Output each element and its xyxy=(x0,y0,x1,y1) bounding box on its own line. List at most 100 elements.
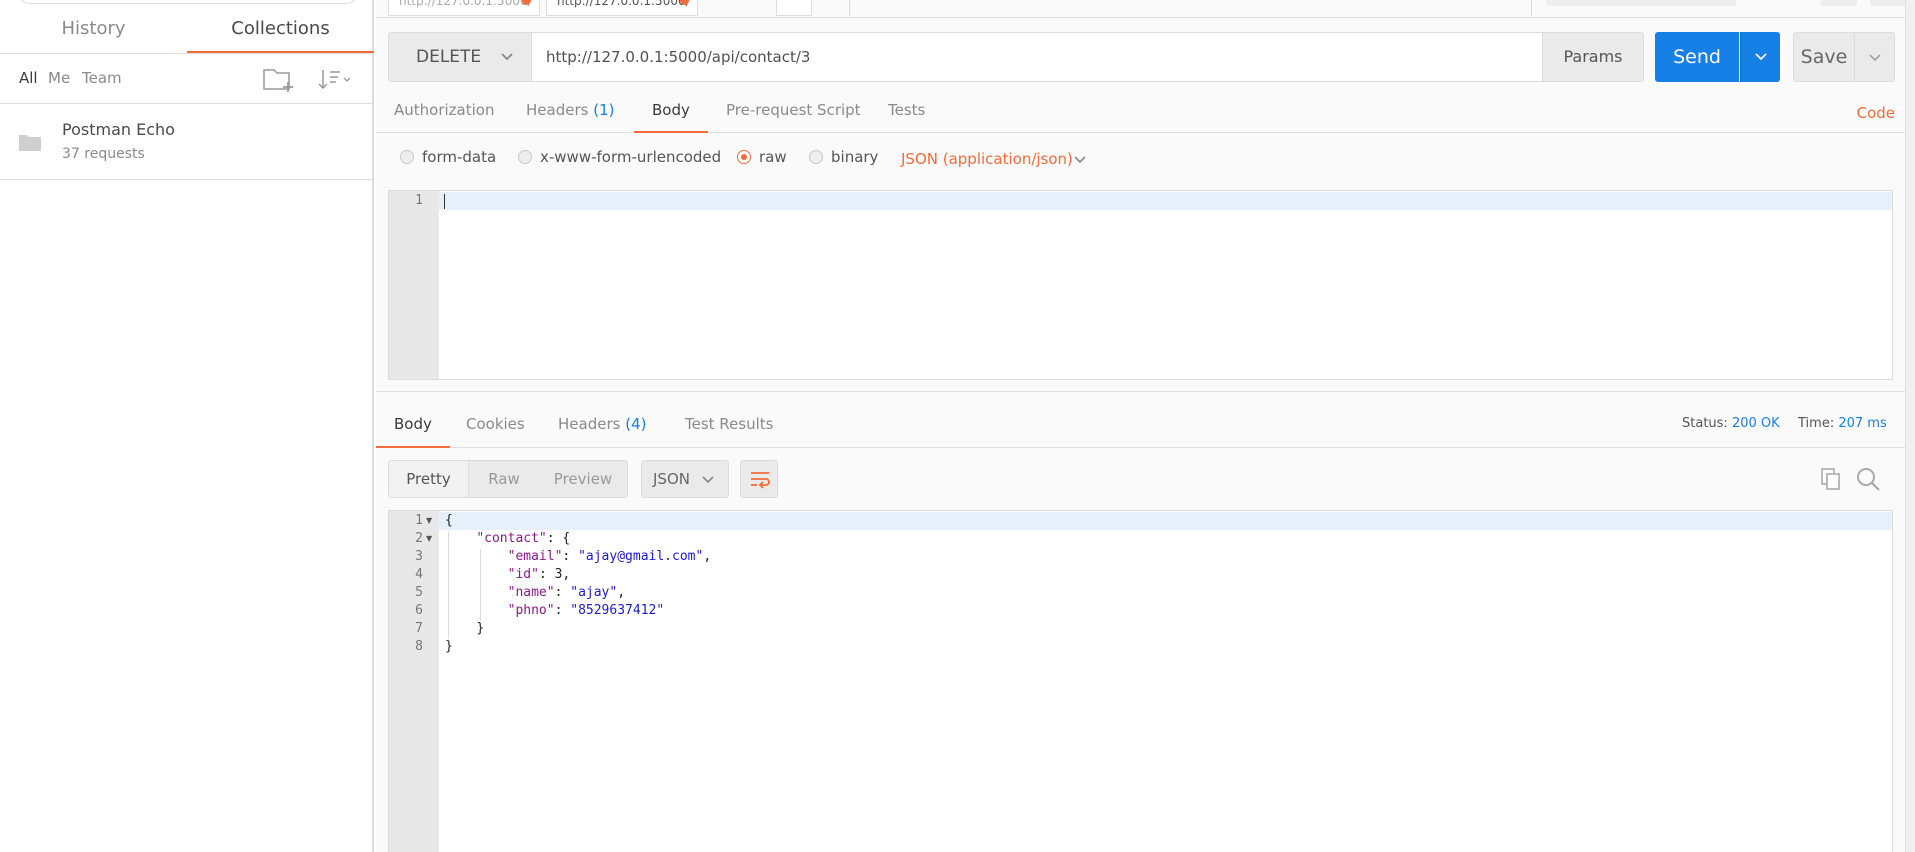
collection-count: 37 requests xyxy=(62,146,145,162)
json-line: } xyxy=(445,639,453,654)
environment-settings[interactable] xyxy=(1870,0,1906,6)
line-number: 8 xyxy=(415,639,423,654)
filter-team[interactable]: Team xyxy=(82,69,122,87)
new-tab-button[interactable] xyxy=(776,0,812,16)
json-line: "email": "ajay@gmail.com", xyxy=(507,549,712,564)
line-number: 1 xyxy=(415,193,423,208)
search-icon[interactable] xyxy=(1855,466,1881,492)
json-key: "phno" xyxy=(507,603,555,618)
radio-urlencoded[interactable]: x-www-form-urlencoded xyxy=(518,148,721,166)
filter-me[interactable]: Me xyxy=(48,69,70,87)
response-time: Time: 207 ms xyxy=(1798,416,1887,431)
line-number: 6 xyxy=(415,603,423,618)
params-button[interactable]: Params xyxy=(1542,32,1644,82)
send-dropdown-button[interactable] xyxy=(1740,32,1780,82)
editor-gutter xyxy=(389,191,439,379)
radio-icon xyxy=(400,150,414,164)
postman-app: History Collections All Me Team Postman … xyxy=(0,0,1915,852)
request-tab-label: http://127.0.0.1:5000/ xyxy=(557,0,690,8)
environment-quick-look[interactable] xyxy=(1821,0,1857,6)
chevron-down-icon xyxy=(1755,53,1767,61)
active-line xyxy=(439,512,1892,530)
chevron-down-icon[interactable] xyxy=(1072,152,1088,168)
tab-tests[interactable]: Tests xyxy=(888,101,925,131)
radio-icon xyxy=(809,150,823,164)
tab-test-results[interactable]: Test Results xyxy=(685,415,773,446)
json-string: "ajay" xyxy=(570,585,618,600)
line-number: 5 xyxy=(415,585,423,600)
body-mode-options: form-data x-www-form-urlencoded raw bina… xyxy=(376,134,1915,180)
tab-body[interactable]: Body xyxy=(634,101,708,133)
status-label: Status: xyxy=(1682,416,1728,431)
tab-headers[interactable]: Headers (1) xyxy=(526,101,614,131)
content-type-select[interactable]: JSON (application/json) xyxy=(901,150,1073,168)
response-body-viewer[interactable]: 1 2 3 4 5 6 7 8 ▼ ▼ { "contact": { "emai… xyxy=(388,510,1893,852)
tab-response-headers[interactable]: Headers (4) xyxy=(558,415,646,446)
filter-all[interactable]: All xyxy=(19,69,38,87)
json-punct: { xyxy=(445,513,453,528)
radio-label: form-data xyxy=(422,148,497,166)
tab-response-body[interactable]: Body xyxy=(376,415,450,448)
response-status: Status: 200 OK xyxy=(1682,416,1780,431)
request-tab-active[interactable]: http://127.0.0.1:5000/ xyxy=(546,0,698,16)
tab-headers-label: Headers xyxy=(558,415,621,433)
time-label: Time: xyxy=(1798,416,1835,431)
new-collection-icon[interactable] xyxy=(262,64,296,94)
headers-count: (1) xyxy=(593,101,615,119)
json-number: 3 xyxy=(554,567,563,582)
scrollbar[interactable] xyxy=(1905,0,1915,852)
send-button[interactable]: Send xyxy=(1655,32,1739,82)
url-input[interactable]: http://127.0.0.1:5000/api/contact/3 xyxy=(532,32,1543,82)
time-value: 207 ms xyxy=(1838,416,1887,431)
radio-raw[interactable]: raw xyxy=(737,148,787,166)
sort-icon[interactable] xyxy=(315,64,355,94)
line-number: 2 xyxy=(415,531,423,546)
fold-arrow-icon[interactable]: ▼ xyxy=(426,534,432,543)
wrap-lines-button[interactable] xyxy=(740,460,778,498)
fold-arrow-icon[interactable]: ▼ xyxy=(426,516,432,525)
json-line: "id": 3, xyxy=(507,567,571,582)
tab-history[interactable]: History xyxy=(0,14,187,53)
copy-icon[interactable] xyxy=(1818,466,1844,492)
response-format-select[interactable]: JSON xyxy=(641,460,729,498)
view-pretty-button[interactable]: Pretty xyxy=(389,461,469,497)
folder-icon xyxy=(18,132,42,152)
tab-overflow-button[interactable] xyxy=(814,0,850,16)
response-view-toggle: Pretty Raw Preview xyxy=(388,460,628,498)
sidebar-tabs: History Collections xyxy=(0,14,374,54)
json-line: { xyxy=(445,513,453,528)
radio-binary[interactable]: binary xyxy=(809,148,878,166)
json-line: } xyxy=(445,621,484,636)
request-body-editor[interactable]: 1 xyxy=(388,190,1893,380)
request-tabs: Authorization Headers (1) Body Pre-reque… xyxy=(376,92,1915,133)
tab-prerequest-script[interactable]: Pre-request Script xyxy=(726,101,861,131)
line-number: 7 xyxy=(415,621,423,636)
view-preview-button[interactable]: Preview xyxy=(539,461,627,497)
radio-form-data[interactable]: form-data xyxy=(400,148,496,166)
collection-name: Postman Echo xyxy=(62,120,175,139)
tab-authorization[interactable]: Authorization xyxy=(394,101,494,131)
save-button[interactable]: Save xyxy=(1793,32,1855,82)
tab-cookies[interactable]: Cookies xyxy=(466,415,525,446)
save-dropdown-button[interactable] xyxy=(1855,32,1895,82)
environment-select[interactable] xyxy=(1546,0,1736,6)
request-tab-bar: http://127.0.0.1:5000/ http://127.0.0.1:… xyxy=(376,0,1915,18)
json-punct: } xyxy=(445,639,453,654)
chevron-down-icon xyxy=(501,53,513,61)
radio-label: x-www-form-urlencoded xyxy=(540,148,722,166)
json-key: "email" xyxy=(507,549,563,564)
request-tab-label: http://127.0.0.1:5000/ xyxy=(399,0,532,8)
response-tabs: Body Cookies Headers (4) Test Results St… xyxy=(376,404,1915,448)
method-label: DELETE xyxy=(416,47,482,67)
collection-item[interactable]: Postman Echo 37 requests xyxy=(0,104,374,180)
method-select[interactable]: DELETE xyxy=(388,32,532,82)
tab-collections[interactable]: Collections xyxy=(187,14,374,53)
wrap-icon xyxy=(751,472,770,489)
tab-headers-label: Headers xyxy=(526,101,589,119)
code-link[interactable]: Code xyxy=(1857,104,1895,122)
json-string: "8529637412" xyxy=(570,603,665,618)
view-raw-button[interactable]: Raw xyxy=(469,461,539,497)
request-tab[interactable]: http://127.0.0.1:5000/ xyxy=(388,0,540,16)
sidebar-search-input[interactable] xyxy=(18,0,358,4)
json-key: "id" xyxy=(507,567,539,582)
